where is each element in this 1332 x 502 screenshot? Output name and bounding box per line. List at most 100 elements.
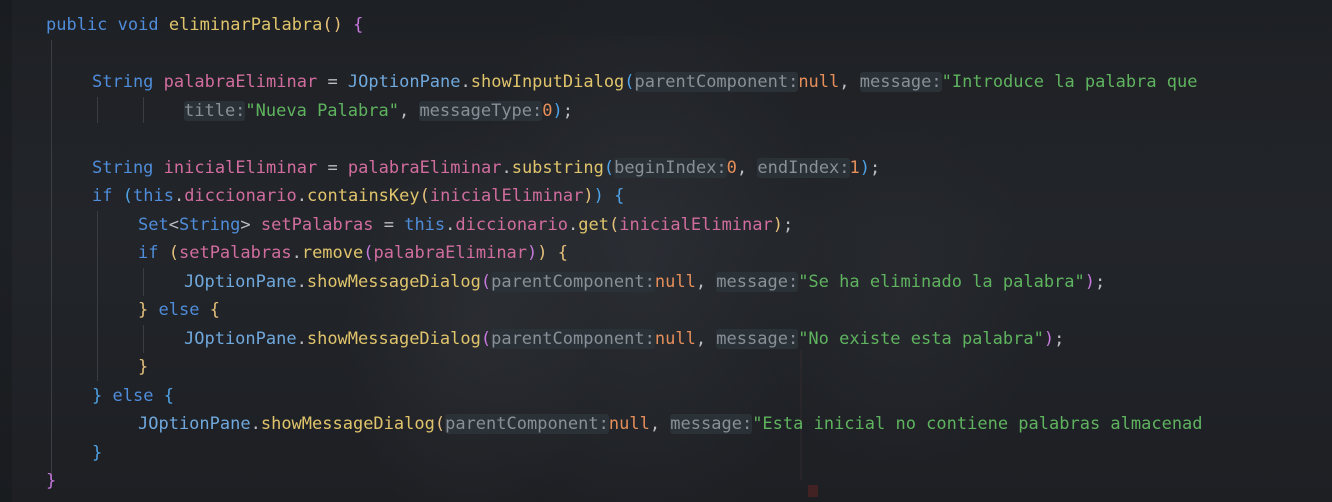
operator-assign: = xyxy=(373,215,405,235)
brace-close: } xyxy=(138,357,149,377)
brace-open: { xyxy=(163,386,174,406)
code-line-3[interactable]: title:"Nueva Palabra", messageType:0); xyxy=(184,97,573,125)
code-line-1[interactable]: public void eliminarPalabra() { xyxy=(46,11,363,39)
param-hint-title: title: xyxy=(184,101,246,121)
variable-inicialEliminar: inicialEliminar xyxy=(619,215,773,235)
indent-guide xyxy=(97,97,98,123)
code-line-14[interactable]: } xyxy=(92,439,102,467)
operator-assign: = xyxy=(317,158,348,178)
brace-open: { xyxy=(353,15,364,35)
paren-open: ( xyxy=(480,272,492,292)
code-line-15[interactable]: } xyxy=(46,467,56,495)
code-line-4[interactable]: String inicialEliminar = palabraEliminar… xyxy=(92,154,880,182)
paren-open: ( xyxy=(480,329,492,349)
paren-close: ) xyxy=(859,158,871,178)
code-line-11[interactable]: } xyxy=(138,353,148,381)
background-artwork-seal xyxy=(808,485,818,497)
comma: , xyxy=(695,329,717,349)
code-line-7[interactable]: if (setPalabras.remove(palabraEliminar))… xyxy=(138,239,568,267)
paren-close: ) xyxy=(1084,272,1096,292)
paren-open: ( xyxy=(322,15,333,35)
string-literal: "No existe esta palabra" xyxy=(798,329,1044,349)
paren-open: ( xyxy=(603,158,615,178)
brace-close: } xyxy=(92,443,103,463)
semicolon: ; xyxy=(783,215,794,235)
type-string: String xyxy=(178,215,241,235)
code-line-5[interactable]: if (this.diccionario.containsKey(inicial… xyxy=(92,182,624,210)
code-line-12[interactable]: } else { xyxy=(92,382,174,410)
number-literal: 1 xyxy=(849,158,860,178)
semicolon: ; xyxy=(1054,329,1065,349)
literal-null: null xyxy=(654,329,696,349)
param-hint-parentComponent: parentComponent: xyxy=(491,272,655,292)
string-literal: "Nueva Palabra" xyxy=(245,101,399,121)
brace-close: } xyxy=(138,300,149,320)
keyword-void: void xyxy=(117,15,159,35)
comma: , xyxy=(839,72,860,92)
code-editor[interactable]: public void eliminarPalabra() { String p… xyxy=(0,0,1332,502)
comma: , xyxy=(649,414,671,434)
indent-guide xyxy=(143,97,144,123)
paren-open: ( xyxy=(419,186,430,206)
literal-null: null xyxy=(798,72,840,92)
variable-palabraEliminar: palabraEliminar xyxy=(347,158,502,178)
paren-close: ) xyxy=(332,15,343,35)
paren-open: ( xyxy=(363,243,374,263)
param-hint-message: message: xyxy=(859,72,942,92)
keyword-this: this xyxy=(404,215,446,235)
generic-open: < xyxy=(168,215,179,235)
variable-inicialEliminar: inicialEliminar xyxy=(429,186,584,206)
class-joptionpane: JOptionPane xyxy=(184,329,297,349)
class-joptionpane: JOptionPane xyxy=(347,72,461,92)
dot: . xyxy=(291,243,302,263)
paren-close: ) xyxy=(772,215,783,235)
string-literal: "Esta inicial no contiene palabras almac… xyxy=(752,414,1203,434)
class-joptionpane: JOptionPane xyxy=(184,272,297,292)
semicolon: ; xyxy=(562,101,574,121)
keyword-if: if xyxy=(92,186,113,206)
code-line-9[interactable]: } else { xyxy=(138,296,220,324)
param-hint-parentComponent: parentComponent: xyxy=(445,414,609,434)
operator-assign: = xyxy=(317,72,348,92)
dot: . xyxy=(296,329,307,349)
function-showMessageDialog: showMessageDialog xyxy=(306,272,481,292)
field-diccionario: diccionario xyxy=(184,186,297,206)
semicolon: ; xyxy=(870,158,881,178)
type-set: Set xyxy=(138,215,169,235)
string-literal: "Introduce la palabra que xyxy=(941,72,1198,92)
param-hint-beginIndex: beginIndex: xyxy=(614,158,727,178)
function-showMessageDialog: showMessageDialog xyxy=(260,414,435,434)
paren-open: ( xyxy=(122,186,133,206)
dot: . xyxy=(250,414,261,434)
code-line-13[interactable]: JOptionPane.showMessageDialog(parentComp… xyxy=(138,410,1203,438)
brace-open: { xyxy=(614,186,625,206)
code-line-10[interactable]: JOptionPane.showMessageDialog(parentComp… xyxy=(184,325,1064,353)
class-joptionpane: JOptionPane xyxy=(138,414,251,434)
code-line-6[interactable]: Set<String> setPalabras = this.diccionar… xyxy=(138,211,793,239)
paren-close: ) xyxy=(537,243,548,263)
function-remove: remove xyxy=(301,243,364,263)
dot: . xyxy=(296,186,308,206)
code-line-2[interactable]: String palabraEliminar = JOptionPane.sho… xyxy=(92,68,1198,96)
brace-open: { xyxy=(557,243,569,263)
indent-guide xyxy=(143,325,144,353)
code-line-8[interactable]: JOptionPane.showMessageDialog(parentComp… xyxy=(184,268,1105,296)
variable-setPalabras: setPalabras xyxy=(178,243,292,263)
function-showMessageDialog: showMessageDialog xyxy=(306,329,481,349)
param-hint-messageType: messageType: xyxy=(419,101,543,121)
editor-gutter xyxy=(0,0,12,502)
paren-open: ( xyxy=(434,414,446,434)
param-hint-parentComponent: parentComponent: xyxy=(634,72,799,92)
param-hint-message: message: xyxy=(716,272,799,292)
dot: . xyxy=(445,215,456,235)
brace-close: } xyxy=(92,386,103,406)
paren-close: ) xyxy=(1043,329,1055,349)
literal-null: null xyxy=(608,414,650,434)
number-literal: 0 xyxy=(726,158,737,178)
indent-guide xyxy=(51,40,52,480)
paren-close: ) xyxy=(593,186,604,206)
type-string: String xyxy=(92,158,154,178)
generic-close: > xyxy=(240,215,251,235)
param-hint-parentComponent: parentComponent: xyxy=(491,329,655,349)
paren-open: ( xyxy=(624,72,635,92)
